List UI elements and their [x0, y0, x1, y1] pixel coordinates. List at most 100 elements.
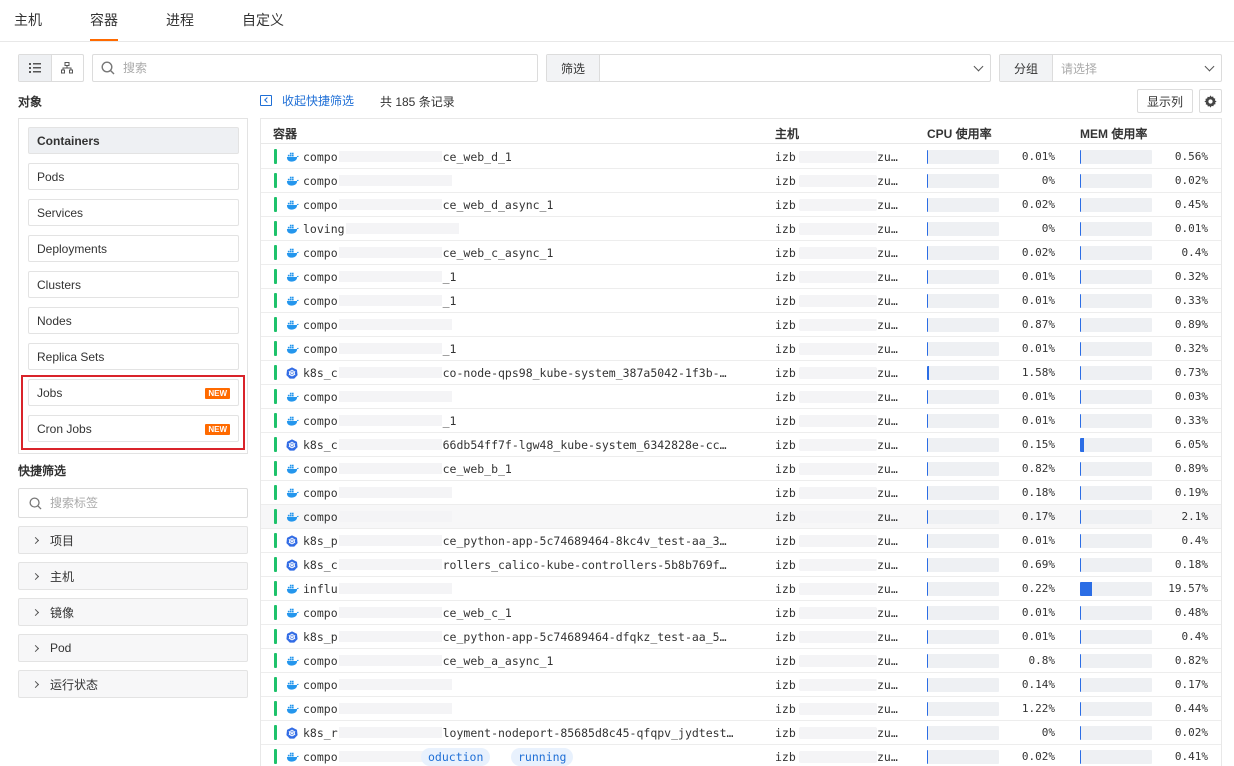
table-row[interactable]: k8s_c co-node-qps98_kube-system_387a5042-… [261, 361, 1221, 385]
host-prefix[interactable]: izb [775, 198, 796, 212]
host-prefix[interactable]: izb [775, 726, 796, 740]
host-prefix[interactable]: izb [775, 246, 796, 260]
host-prefix[interactable]: izb [775, 270, 796, 284]
container-name[interactable]: compo [303, 678, 743, 692]
table-row[interactable]: compo izb zu… 1.22% 0.44% [261, 697, 1221, 721]
tab-host[interactable]: 主机 [14, 10, 42, 30]
container-name[interactable]: k8s_r loyment-nodeport-85685d8c45-qfqpv_j… [303, 726, 743, 740]
host-prefix[interactable]: izb [775, 342, 796, 356]
host-prefix[interactable]: izb [775, 510, 796, 524]
container-name[interactable]: compo _1 [303, 270, 743, 284]
container-name[interactable]: compo _1 [303, 414, 743, 428]
host-prefix[interactable]: izb [775, 174, 796, 188]
tab-custom[interactable]: 自定义 [242, 10, 284, 30]
object-item-services[interactable]: Services [28, 199, 239, 226]
table-row[interactable]: compo izb zu… 0.18% 0.19% [261, 481, 1221, 505]
table-row[interactable]: k8s_c 66db54ff7f-lgw48_kube-system_634282… [261, 433, 1221, 457]
collapse-quick-filter-link[interactable]: 收起快捷筛选 [260, 92, 354, 109]
table-row[interactable]: compo izb zu… 0.01% 0.03% [261, 385, 1221, 409]
container-name[interactable]: compo ce_web_a_async_1 [303, 654, 743, 668]
table-row[interactable]: compo izb zu… 0% 0.02% [261, 169, 1221, 193]
tag-pill[interactable]: running [511, 748, 574, 766]
host-prefix[interactable]: izb [775, 318, 796, 332]
table-row[interactable]: compo ce_web_a_async_1 izb zu… 0.8% 0.82% [261, 649, 1221, 673]
host-prefix[interactable]: izb [775, 654, 796, 668]
host-prefix[interactable]: izb [775, 294, 796, 308]
host-prefix[interactable]: izb [775, 414, 796, 428]
header-container[interactable]: 容器 [273, 125, 297, 142]
facet-4[interactable]: 运行状态 [18, 670, 248, 698]
header-cpu[interactable]: CPU 使用率 [927, 125, 992, 142]
tab-container[interactable]: 容器 [90, 10, 118, 41]
container-name[interactable]: k8s_p ce_python-app-5c74689464-8kc4v_test… [303, 534, 743, 548]
container-name[interactable]: compo ce_web_c_1 [303, 606, 743, 620]
container-name[interactable]: compo _1 [303, 342, 743, 356]
table-row[interactable]: compo ce_web_d_1 izb zu… 0.01% 0.56% [261, 145, 1221, 169]
table-row[interactable]: k8s_r loyment-nodeport-85685d8c45-qfqpv_j… [261, 721, 1221, 745]
container-name[interactable]: compo [303, 390, 743, 404]
tab-process[interactable]: 进程 [166, 10, 194, 30]
table-row[interactable]: compo ce_web_b_1 izb zu… 0.82% 0.89% [261, 457, 1221, 481]
table-row[interactable]: compo izb zu… 0.17% 2.1% [261, 505, 1221, 529]
host-prefix[interactable]: izb [775, 678, 796, 692]
topology-view-button[interactable] [50, 55, 84, 81]
host-prefix[interactable]: izb [775, 630, 796, 644]
container-name[interactable]: k8s_p ce_python-app-5c74689464-dfqkz_test… [303, 630, 743, 644]
table-row[interactable]: compo _1 izb zu… 0.01% 0.33% [261, 409, 1221, 433]
host-prefix[interactable]: izb [775, 606, 796, 620]
table-row[interactable]: compo _1 izb zu… 0.01% 0.32% [261, 265, 1221, 289]
host-prefix[interactable]: izb [775, 750, 796, 764]
host-prefix[interactable]: izb [775, 150, 796, 164]
table-row[interactable]: influ izb zu… 0.22% 19.57% [261, 577, 1221, 601]
container-name[interactable]: compo [303, 510, 743, 524]
container-name[interactable]: compo ce_web_c_async_1 [303, 246, 743, 260]
container-name[interactable]: influ [303, 582, 743, 596]
table-row[interactable]: compo izb zu… 0.87% 0.89% [261, 313, 1221, 337]
header-mem[interactable]: MEM 使用率 [1080, 125, 1147, 142]
table-row[interactable]: compo izb zu… 0.14% 0.17% [261, 673, 1221, 697]
facet-1[interactable]: 主机 [18, 562, 248, 590]
container-name[interactable]: compo ce_web_d_1 [303, 150, 743, 164]
host-prefix[interactable]: izb [775, 222, 796, 236]
table-row[interactable]: k8s_p ce_python-app-5c74689464-dfqkz_test… [261, 625, 1221, 649]
container-name[interactable]: loving [303, 222, 743, 236]
object-item-nodes[interactable]: Nodes [28, 307, 239, 334]
table-row[interactable]: compo ce_web_c_1 izb zu… 0.01% 0.48% [261, 601, 1221, 625]
table-row[interactable]: compo ce_web_c_async_1 izb zu… 0.02% 0.4% [261, 241, 1221, 265]
header-host[interactable]: 主机 [775, 125, 799, 142]
host-prefix[interactable]: izb [775, 558, 796, 572]
host-prefix[interactable]: izb [775, 390, 796, 404]
table-row[interactable]: compo _1 izb zu… 0.01% 0.33% [261, 289, 1221, 313]
container-name[interactable]: k8s_c co-node-qps98_kube-system_387a5042-… [303, 366, 743, 380]
facet-2[interactable]: 镜像 [18, 598, 248, 626]
table-row[interactable]: loving izb zu… 0% 0.01% [261, 217, 1221, 241]
table-row[interactable]: k8s_p ce_python-app-5c74689464-8kc4v_test… [261, 529, 1221, 553]
object-item-deployments[interactable]: Deployments [28, 235, 239, 262]
container-name[interactable]: compo [303, 486, 743, 500]
host-prefix[interactable]: izb [775, 582, 796, 596]
container-name[interactable]: compo ce_web_d_async_1 [303, 198, 743, 212]
container-name[interactable]: compo [303, 702, 743, 716]
display-columns-button[interactable]: 显示列 [1137, 89, 1193, 113]
table-row[interactable]: compo _1 izb zu… 0.01% 0.32% [261, 337, 1221, 361]
search-input[interactable] [123, 61, 537, 75]
table-row[interactable]: compo ce_web_d_async_1 izb zu… 0.02% 0.45% [261, 193, 1221, 217]
container-name[interactable]: k8s_c rollers_calico-kube-controllers-5b8… [303, 558, 743, 572]
table-row[interactable]: compo izb zu… 0.02% 0.41% oduction running [261, 745, 1221, 766]
object-item-replica-sets[interactable]: Replica Sets [28, 343, 239, 370]
host-prefix[interactable]: izb [775, 702, 796, 716]
table-row[interactable]: k8s_c rollers_calico-kube-controllers-5b8… [261, 553, 1221, 577]
host-prefix[interactable]: izb [775, 486, 796, 500]
host-prefix[interactable]: izb [775, 534, 796, 548]
host-prefix[interactable]: izb [775, 366, 796, 380]
object-item-clusters[interactable]: Clusters [28, 271, 239, 298]
facet-3[interactable]: Pod [18, 634, 248, 662]
tag-pill[interactable]: oduction [421, 748, 491, 766]
container-name[interactable]: k8s_c 66db54ff7f-lgw48_kube-system_634282… [303, 438, 743, 452]
object-item-jobs[interactable]: Jobs NEW [28, 379, 239, 406]
container-name[interactable]: compo [303, 318, 743, 332]
object-item-pods[interactable]: Pods [28, 163, 239, 190]
settings-button[interactable] [1199, 89, 1222, 113]
container-name[interactable]: compo _1 [303, 294, 743, 308]
facet-0[interactable]: 项目 [18, 526, 248, 554]
